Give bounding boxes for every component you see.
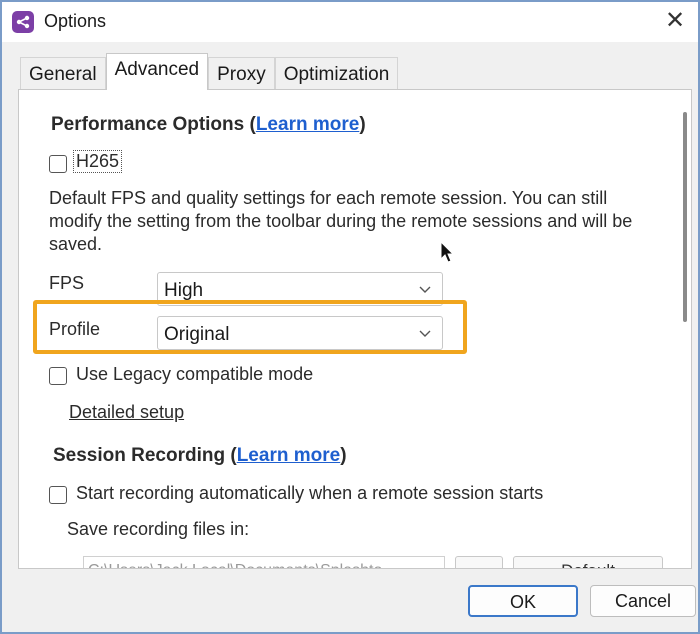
tab-bar: General Advanced Proxy Optimization [20,53,399,90]
close-icon[interactable]: ✕ [660,6,690,36]
fps-select-value: High [164,280,204,301]
legacy-mode-label: Use Legacy compatible mode [76,364,314,384]
tab-advanced[interactable]: Advanced [105,53,209,90]
recording-path-input[interactable]: C:\Users\Jack.Local\Documents\Splashto [83,556,445,568]
performance-heading-text: Performance Options ( [51,114,256,135]
performance-learn-more-link[interactable]: Learn more [256,114,359,135]
recording-heading-close: ) [340,445,347,466]
session-recording-heading: Session Recording (Learn more) [53,445,347,467]
title-bar: Options ✕ [2,2,698,42]
save-location-label: Save recording files in: [67,519,250,539]
tab-optimization[interactable]: Optimization [274,57,399,89]
tab-proxy[interactable]: Proxy [208,57,275,89]
performance-heading: Performance Options (Learn more) [51,114,366,136]
profile-label: Profile [49,319,101,339]
default-button[interactable]: Default [513,556,663,568]
vertical-scrollbar[interactable] [683,112,687,322]
cancel-button[interactable]: Cancel [590,585,696,617]
auto-record-checkbox[interactable] [49,486,67,504]
options-dialog: Options ✕ General Advanced Proxy Optimiz… [0,0,700,634]
performance-heading-close: ) [359,114,366,135]
advanced-panel: Performance Options (Learn more) H265 De… [18,89,692,569]
h265-label: H265 [73,150,123,173]
app-logo-icon [12,11,34,33]
chevron-down-icon [419,330,431,337]
profile-select[interactable]: Original [157,316,443,350]
recording-learn-more-link[interactable]: Learn more [237,445,340,466]
fps-label: FPS [49,273,85,293]
profile-select-value: Original [164,324,230,345]
legacy-mode-checkbox[interactable] [49,367,67,385]
panel-content: Performance Options (Learn more) H265 De… [19,90,679,568]
detailed-setup-link[interactable]: Detailed setup [69,402,184,423]
ok-button[interactable]: OK [468,585,578,617]
tab-general[interactable]: General [20,57,106,89]
recording-heading-text: Session Recording ( [53,445,237,466]
fps-select[interactable]: High [157,272,443,306]
h265-checkbox[interactable] [49,155,67,173]
browse-button[interactable] [455,556,503,568]
mouse-cursor-icon [440,241,455,263]
window-title: Options [44,11,107,31]
fps-description: Default FPS and quality settings for eac… [49,188,633,254]
auto-record-label: Start recording automatically when a rem… [76,483,544,503]
chevron-down-icon [419,286,431,293]
